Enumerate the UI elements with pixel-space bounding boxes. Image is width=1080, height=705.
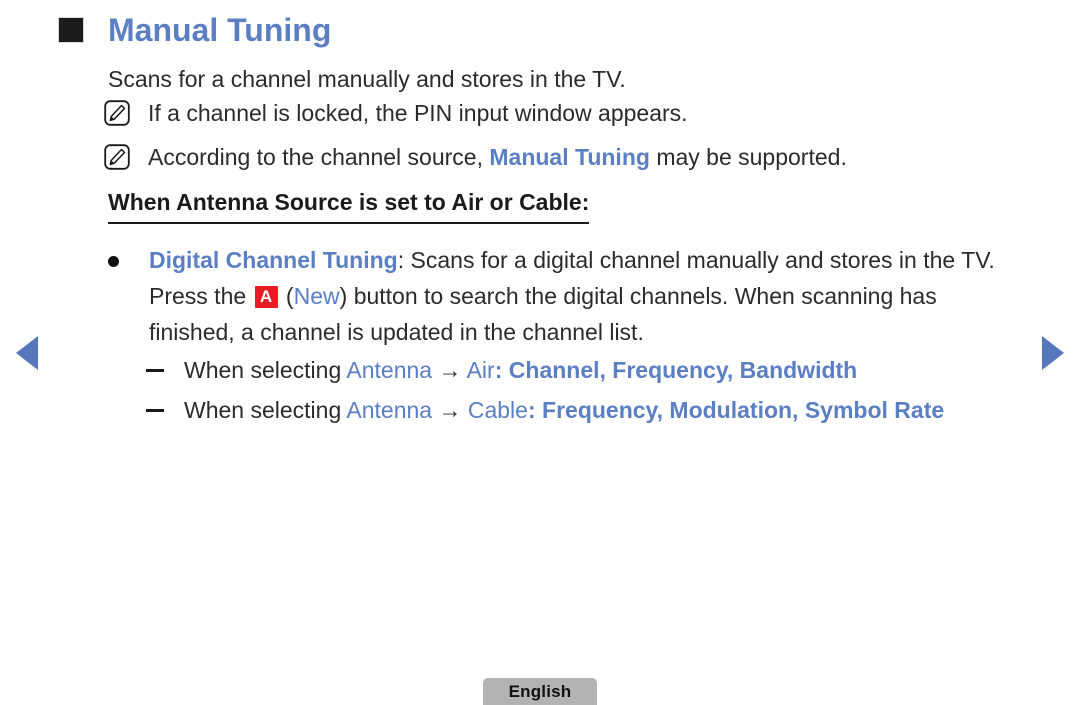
sub-item-text: When selecting Antenna → Cable: Frequenc…: [184, 392, 1004, 428]
colon-separator: :: [494, 357, 509, 383]
page-title: Manual Tuning: [108, 12, 332, 48]
arrow-glyph: →: [432, 397, 468, 423]
page-title-row: Manual Tuning: [58, 14, 331, 46]
sub-item: When selecting Antenna → Cable: Frequenc…: [146, 392, 1006, 428]
note-prefix: According to the channel source,: [148, 144, 490, 170]
intro-text: Scans for a channel manually and stores …: [108, 66, 626, 92]
triangle-left-icon[interactable]: [16, 336, 38, 370]
filled-square-icon: [58, 17, 84, 43]
field-list: Frequency, Modulation, Symbol Rate: [542, 397, 945, 423]
colon-separator: :: [527, 397, 543, 423]
antenna-label: Antenna: [346, 397, 433, 423]
bullet-item: Digital Channel Tuning: Scans for a digi…: [108, 242, 998, 350]
key-name-label: New: [293, 283, 340, 309]
bullet-term: Digital Channel Tuning: [149, 247, 398, 273]
note-pencil-icon: [104, 144, 130, 170]
field-list: Channel, Frequency, Bandwidth: [508, 357, 858, 383]
dash-bullet-icon: [146, 409, 164, 412]
sub-item-lead: When selecting: [184, 357, 347, 383]
note-item: According to the channel source, Manual …: [104, 140, 847, 174]
sub-item-text: When selecting Antenna → Air: Channel, F…: [184, 352, 1004, 388]
note-text: According to the channel source, Manual …: [148, 140, 847, 174]
mode-label: Cable: [467, 397, 528, 423]
note-text: If a channel is locked, the PIN input wi…: [148, 100, 688, 126]
arrow-glyph: →: [432, 357, 467, 383]
section-subheading: When Antenna Source is set to Air or Cab…: [108, 188, 590, 224]
note-emphasis: Manual Tuning: [489, 144, 650, 170]
sub-item: When selecting Antenna → Air: Channel, F…: [146, 352, 1006, 388]
paren-open: (: [279, 283, 294, 309]
paren-close: ): [339, 283, 354, 309]
key-a-button[interactable]: A: [254, 286, 278, 308]
bullet-section: Digital Channel Tuning: Scans for a digi…: [108, 242, 998, 350]
sub-item-lead: When selecting: [184, 397, 347, 423]
note-item: If a channel is locked, the PIN input wi…: [104, 96, 688, 130]
bullet-text: Digital Channel Tuning: Scans for a digi…: [149, 242, 998, 350]
dash-bullet-icon: [146, 369, 164, 372]
dot-bullet-icon: [108, 256, 119, 267]
antenna-label: Antenna: [346, 357, 433, 383]
sub-items-section: When selecting Antenna → Air: Channel, F…: [146, 352, 1006, 432]
triangle-right-icon[interactable]: [1042, 336, 1064, 370]
mode-label: Air: [466, 357, 495, 383]
note-pencil-icon: [104, 100, 130, 126]
note-suffix: may be supported.: [649, 144, 847, 170]
manual-page: Manual Tuning Scans for a channel manual…: [0, 0, 1080, 705]
language-badge: English: [483, 678, 597, 705]
